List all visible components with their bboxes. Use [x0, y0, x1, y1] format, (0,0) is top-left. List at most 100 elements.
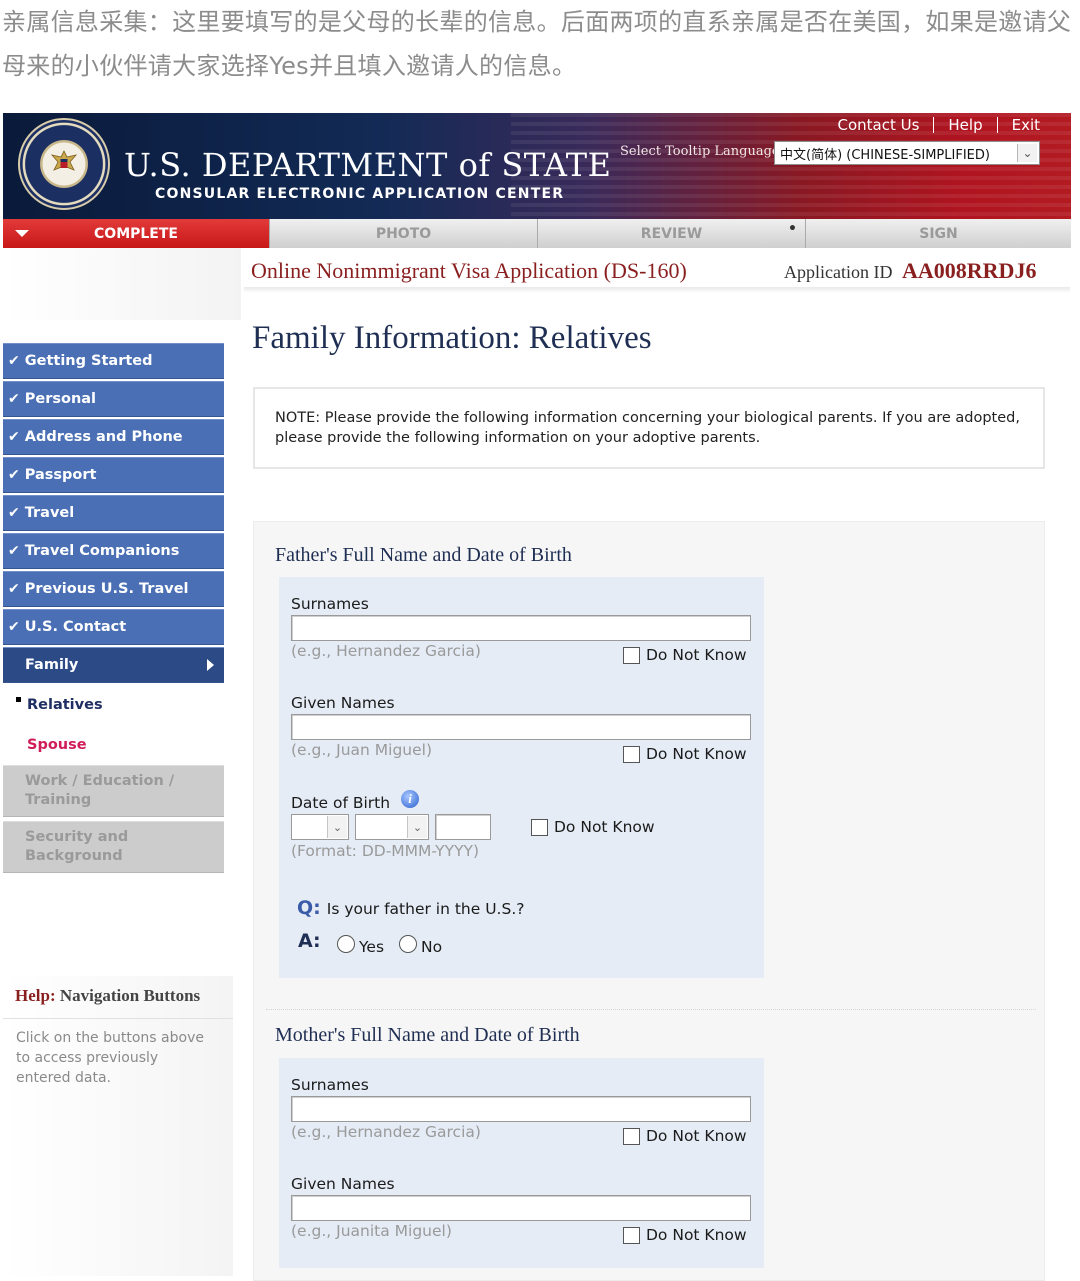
checkbox[interactable]	[531, 818, 548, 836]
mother-given-names-input[interactable]	[291, 1195, 751, 1221]
arrow-right-icon	[207, 659, 214, 671]
sidebar-item-label: Security and Background	[25, 829, 129, 864]
tab-sign[interactable]: SIGN	[806, 219, 1071, 248]
help-link[interactable]: Help	[934, 116, 996, 134]
father-given-names-input[interactable]	[291, 714, 751, 740]
tab-label: SIGN	[919, 225, 958, 242]
check-icon: ✔	[8, 353, 20, 369]
page-title: Family Information: Relatives	[252, 320, 652, 356]
sidebar-item-label: Relatives	[27, 697, 103, 713]
help-text: Click on the buttons above to access pre…	[16, 1030, 204, 1086]
father-dob-month-select[interactable]: ⌄	[355, 814, 429, 840]
contact-us-link[interactable]: Contact Us	[823, 116, 933, 134]
checkbox[interactable]	[623, 1226, 640, 1244]
father-surnames-input[interactable]	[291, 615, 751, 641]
radio-button[interactable]	[399, 935, 417, 953]
check-icon: ✔	[8, 543, 20, 559]
sidebar-item-address-and-phone[interactable]: ✔ Address and Phone	[3, 419, 224, 455]
note-box: NOTE: Please provide the following infor…	[253, 387, 1045, 469]
tab-review[interactable]: REVIEW •	[538, 219, 806, 248]
radio-label: Yes	[359, 938, 385, 956]
sidebar-nav: ✔ Getting Started ✔ Personal ✔ Address a…	[3, 343, 224, 877]
caption-text: 亲属信息采集：这里要填写的是父母的长辈的信息。后面两项的直系亲属是否在美国，如果…	[2, 8, 1072, 80]
left-fade	[3, 248, 241, 320]
sidebar-item-label: Travel Companions	[24, 543, 180, 559]
mother-surnames-hint: (e.g., Hernandez Garcia)	[291, 1123, 481, 1141]
sidebar-item-us-contact[interactable]: ✔ U.S. Contact	[3, 609, 224, 645]
sidebar-subitem-relatives[interactable]: Relatives	[3, 685, 224, 725]
mother-given-names-do-not-know[interactable]: Do Not Know	[623, 1226, 747, 1244]
tab-label: PHOTO	[375, 225, 432, 242]
chevron-down-icon: ⌄	[327, 816, 347, 838]
tab-photo[interactable]: PHOTO	[270, 219, 538, 248]
answer-prefix: A:	[298, 930, 321, 952]
sidebar-item-label: Spouse	[27, 737, 87, 753]
sidebar-item-passport[interactable]: ✔ Passport	[3, 457, 224, 493]
sidebar-item-getting-started[interactable]: ✔ Getting Started	[3, 343, 224, 379]
dot-icon: •	[788, 221, 797, 237]
info-icon[interactable]: i	[401, 790, 419, 808]
bullet-icon	[16, 697, 21, 702]
check-icon: ✔	[8, 391, 20, 407]
mother-given-names-label: Given Names	[291, 1175, 395, 1193]
sidebar-item-travel-companions[interactable]: ✔ Travel Companions	[3, 533, 224, 569]
eagle-icon	[50, 150, 78, 171]
tooltip-language-select[interactable]: 中文(简体) (CHINESE-SIMPLIFIED) ⌄	[774, 141, 1040, 165]
father-dob-day-select[interactable]: ⌄	[291, 814, 349, 840]
radio-button[interactable]	[337, 935, 355, 953]
mother-surnames-input[interactable]	[291, 1096, 751, 1122]
mother-surnames-label: Surnames	[291, 1076, 369, 1094]
top-links: Contact Us Help Exit	[823, 115, 1054, 135]
chevron-down-icon: ⌄	[407, 816, 427, 838]
application-id-label: Application ID	[784, 262, 893, 282]
father-given-names-do-not-know[interactable]: Do Not Know	[623, 745, 747, 763]
divider	[266, 1009, 1036, 1010]
question-text: Is your father in the U.S.?	[326, 900, 525, 918]
divider	[3, 1018, 233, 1019]
father-dob-label: Date of Birth	[291, 794, 391, 812]
checkbox[interactable]	[623, 745, 640, 763]
sidebar-item-previous-us-travel[interactable]: ✔ Previous U.S. Travel	[3, 571, 224, 607]
mother-section-title: Mother's Full Name and Date of Birth	[275, 1024, 580, 1046]
sidebar-item-label: Getting Started	[24, 353, 153, 369]
father-surnames-label: Surnames	[291, 595, 369, 613]
department-title: U.S. DEPARTMENT of STATE	[124, 146, 612, 184]
father-dob-do-not-know[interactable]: Do Not Know	[531, 818, 655, 836]
check-icon: ✔	[8, 467, 20, 483]
father-dob-hint: (Format: DD-MMM-YYYY)	[291, 842, 480, 860]
caret-down-icon	[15, 230, 29, 237]
tab-label: REVIEW	[640, 225, 703, 242]
exit-link[interactable]: Exit	[998, 116, 1054, 134]
sidebar-item-label: U.S. Contact	[24, 619, 127, 635]
checkbox-label: Do Not Know	[646, 745, 747, 763]
sidebar-item-label: Personal	[24, 391, 97, 407]
tab-label: COMPLETE	[94, 225, 178, 242]
father-in-us-yes-radio[interactable]: Yes	[337, 935, 385, 956]
father-surnames-do-not-know[interactable]: Do Not Know	[623, 646, 747, 664]
check-icon: ✔	[8, 619, 20, 635]
checkbox[interactable]	[623, 1127, 640, 1145]
father-given-names-hint: (e.g., Juan Miguel)	[291, 741, 433, 759]
help-title-prefix: Help:	[15, 986, 56, 1005]
help-title-rest: Navigation Buttons	[59, 986, 201, 1005]
title-shadow	[244, 287, 1070, 293]
sidebar-item-personal[interactable]: ✔ Personal	[3, 381, 224, 417]
progress-tabs: COMPLETE PHOTO REVIEW • SIGN	[3, 219, 1071, 248]
form-title: Online Nonimmigrant Visa Application (DS…	[251, 258, 687, 283]
father-dob-year-input[interactable]	[435, 814, 491, 840]
sidebar-item-travel[interactable]: ✔ Travel	[3, 495, 224, 531]
application-id-value: AA008RRDJ6	[902, 258, 1037, 283]
checkbox[interactable]	[623, 646, 640, 664]
check-icon: ✔	[8, 429, 20, 445]
department-subtitle: CONSULAR ELECTRONIC APPLICATION CENTER	[155, 186, 565, 202]
sidebar-item-family[interactable]: Family	[3, 647, 224, 683]
tab-complete[interactable]: COMPLETE	[3, 219, 270, 248]
sidebar-subitem-spouse[interactable]: Spouse	[3, 725, 224, 765]
tooltip-language-label: Select Tooltip Language	[620, 144, 780, 159]
chevron-down-icon[interactable]: ⌄	[1017, 144, 1037, 162]
sidebar-item-work-education-training: Work / Education / Training	[3, 765, 224, 817]
father-in-us-no-radio[interactable]: No	[399, 935, 442, 956]
mother-surnames-do-not-know[interactable]: Do Not Know	[623, 1127, 747, 1145]
father-surnames-hint: (e.g., Hernandez Garcia)	[291, 642, 481, 660]
checkbox-label: Do Not Know	[646, 1127, 747, 1145]
